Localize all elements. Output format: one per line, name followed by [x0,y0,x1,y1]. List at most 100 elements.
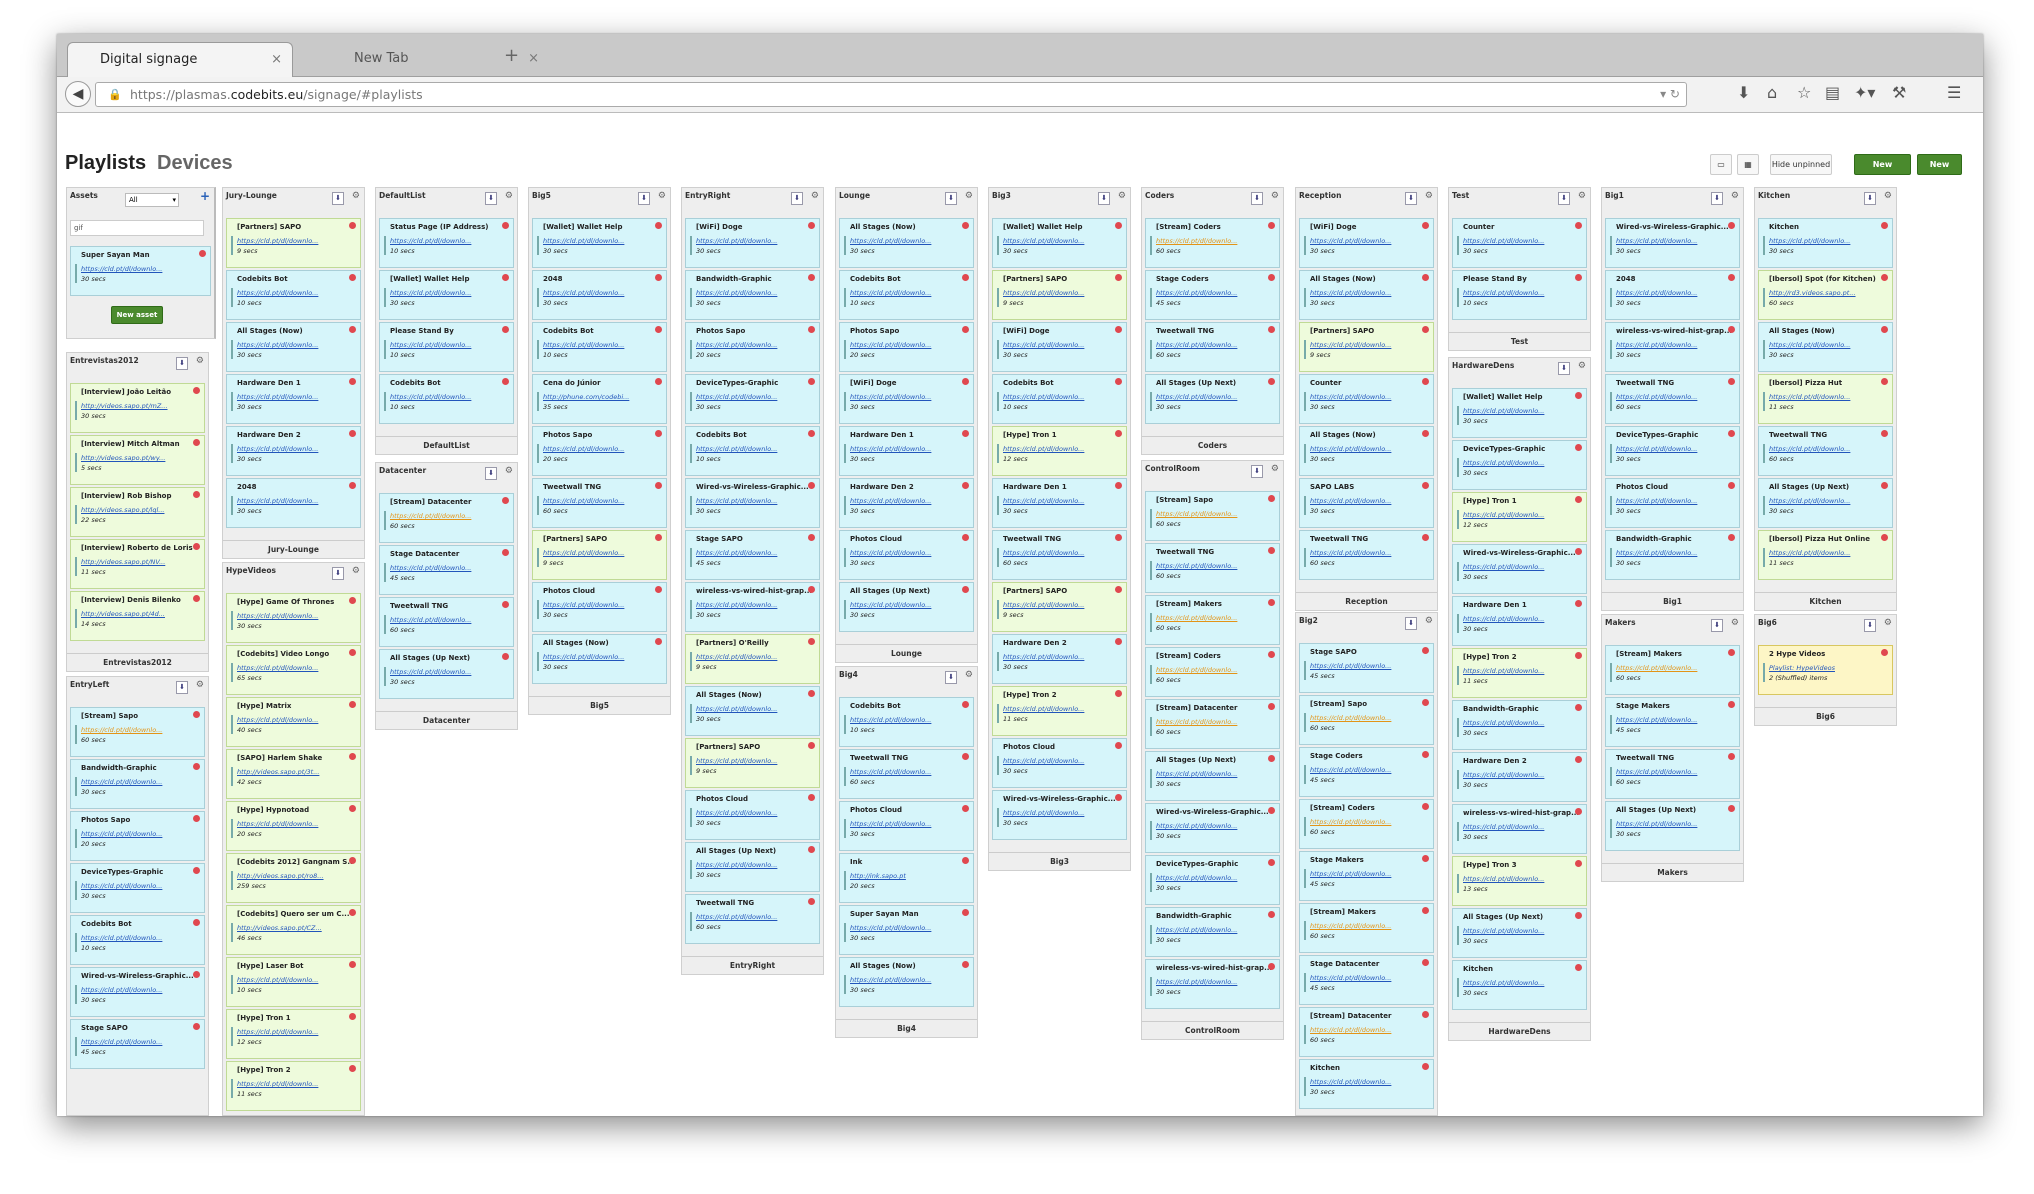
playlist-item[interactable]: Tweetwall TNG https://cld.pt/dl/downlo...… [1299,530,1434,580]
drag-handle-icon[interactable] [690,444,692,463]
delete-icon[interactable] [962,274,969,281]
drag-handle-icon[interactable] [844,923,846,942]
delete-icon[interactable] [349,857,356,864]
playlist-item[interactable]: Super Sayan Man https://cld.pt/dl/downlo.… [70,246,211,296]
item-url-link[interactable]: https://cld.pt/dl/downlo... [543,341,658,349]
playlist-item[interactable]: Stage Makers https://cld.pt/dl/downlo... 4… [1299,851,1434,901]
playlist-item[interactable]: Wired-vs-Wireless-Graphic... https://cld.… [1145,803,1280,853]
delete-icon[interactable] [655,586,662,593]
reload-icon[interactable]: ▾ ↻ [1660,83,1680,106]
item-url-link[interactable]: https://cld.pt/dl/downlo... [237,664,352,672]
drag-handle-icon[interactable] [1457,926,1459,945]
drag-handle-icon[interactable] [1150,509,1152,528]
delete-icon[interactable] [962,805,969,812]
playlist-item[interactable]: All Stages (Now) https://cld.pt/dl/downlo… [839,957,974,1007]
item-url-link[interactable]: https://cld.pt/dl/downlo... [237,976,352,984]
delete-icon[interactable] [1575,496,1582,503]
drag-handle-icon[interactable] [1610,715,1612,734]
delete-icon[interactable] [349,326,356,333]
drag-handle-icon[interactable] [1150,613,1152,632]
playlist-item[interactable]: Counter https://cld.pt/dl/downlo... 30 sec… [1452,218,1587,268]
drag-handle-icon[interactable] [384,511,386,530]
drag-handle-icon[interactable] [75,505,77,524]
pin-icon[interactable]: ⬇ [332,192,344,205]
item-url-link[interactable]: https://cld.pt/dl/downlo... [1310,549,1425,557]
playlist-item[interactable]: [Codebits] Video Longo https://cld.pt/dl/… [226,645,361,695]
delete-icon[interactable] [1268,495,1275,502]
item-url-link[interactable]: https://cld.pt/dl/downlo... [1310,922,1425,930]
drag-handle-icon[interactable] [231,715,233,734]
item-url-link[interactable]: https://cld.pt/dl/downlo... [1310,662,1425,670]
playlist-item[interactable]: All Stages (Up Next) https://cld.pt/dl/do… [1145,751,1280,801]
delete-icon[interactable] [1115,274,1122,281]
playlist-item[interactable]: [Partners] SAPO https://cld.pt/dl/downlo.… [1299,322,1434,372]
drag-handle-icon[interactable] [1610,392,1612,411]
gear-icon[interactable]: ⚙ [505,466,513,476]
drag-handle-icon[interactable] [231,767,233,786]
delete-icon[interactable] [1881,430,1888,437]
item-url-link[interactable]: https://cld.pt/dl/downlo... [1616,445,1731,453]
drag-handle-icon[interactable] [384,615,386,634]
playlist-item[interactable]: Tweetwall TNG https://cld.pt/dl/downlo...… [1605,749,1740,799]
item-url-link[interactable]: https://cld.pt/dl/downlo... [1463,511,1578,519]
drag-handle-icon[interactable] [1304,236,1306,255]
delete-icon[interactable] [1422,1011,1429,1018]
item-url-link[interactable]: https://cld.pt/dl/downlo... [390,289,505,297]
drag-handle-icon[interactable] [384,340,386,359]
item-url-link[interactable]: https://cld.pt/dl/downlo... [1463,563,1578,571]
item-url-link[interactable]: http://videos.sapo.pt/4d... [81,610,196,618]
tab-digital-signage[interactable]: Digital signage administration × [67,42,293,101]
playlist-item[interactable]: Cena do Júnior http://phune.com/codebi...… [532,374,667,424]
playlist-item[interactable]: [Hype] Tron 1 https://cld.pt/dl/downlo...… [1452,492,1587,542]
drag-handle-icon[interactable] [1457,562,1459,581]
drag-handle-icon[interactable] [537,600,539,619]
delete-icon[interactable] [808,222,815,229]
item-url-link[interactable]: http://videos.sapo.pt/wy... [81,454,196,462]
playlist-item[interactable]: Tweetwall TNG https://cld.pt/dl/downlo...… [1605,374,1740,424]
home-icon[interactable]: ⌂ [1767,83,1777,102]
extension-icon[interactable]: ✦▾ [1854,83,1875,102]
item-url-link[interactable]: https://cld.pt/dl/downlo... [1156,822,1271,830]
delete-icon[interactable] [1728,326,1735,333]
drag-handle-icon[interactable] [75,453,77,472]
list-view-icon[interactable]: ▭ [1710,154,1732,175]
playlist-item[interactable]: Photos Sapo https://cld.pt/dl/downlo... 20… [70,811,205,861]
item-url-link[interactable]: https://cld.pt/dl/downlo... [543,653,658,661]
delete-icon[interactable] [962,586,969,593]
playlist-item[interactable]: Codebits Bot https://cld.pt/dl/downlo... 1… [70,915,205,965]
drag-handle-icon[interactable] [384,563,386,582]
drag-handle-icon[interactable] [384,667,386,686]
drag-handle-icon[interactable] [75,777,77,796]
delete-icon[interactable] [349,805,356,812]
playlist-item[interactable]: DeviceTypes-Graphic https://cld.pt/dl/dow… [685,374,820,424]
playlist-item[interactable]: Codebits Bot https://cld.pt/dl/downlo... 1… [992,374,1127,424]
item-url-link[interactable]: https://cld.pt/dl/downlo... [1310,341,1425,349]
drag-handle-icon[interactable] [75,985,77,1004]
playlist-item[interactable]: wireless-vs-wired-hist-grap... https://cl… [685,582,820,632]
delete-icon[interactable] [808,274,815,281]
delete-icon[interactable] [1422,699,1429,706]
delete-icon[interactable] [1728,222,1735,229]
item-url-link[interactable]: https://cld.pt/dl/downlo... [850,393,965,401]
item-url-link[interactable]: https://cld.pt/dl/downlo... [1003,445,1118,453]
drag-handle-icon[interactable] [1457,666,1459,685]
delete-icon[interactable] [1268,859,1275,866]
item-url-link[interactable]: https://cld.pt/dl/downlo... [696,341,811,349]
drag-handle-icon[interactable] [1763,444,1765,463]
delete-icon[interactable] [1268,807,1275,814]
item-url-link[interactable]: http://videos.sapo.pt/CZ... [237,924,352,932]
gear-icon[interactable]: ⚙ [965,670,973,680]
item-url-link[interactable]: https://cld.pt/dl/downlo... [543,289,658,297]
drag-handle-icon[interactable] [997,340,999,359]
delete-icon[interactable] [1881,326,1888,333]
back-arrow-icon[interactable]: ◀ [65,81,91,107]
delete-icon[interactable] [962,378,969,385]
delete-icon[interactable] [1422,222,1429,229]
gear-icon[interactable]: ⚙ [1271,191,1279,201]
playlist-item[interactable]: Stage Makers https://cld.pt/dl/downlo... 4… [1605,697,1740,747]
playlist-item[interactable]: Stage Coders https://cld.pt/dl/downlo... 4… [1145,270,1280,320]
delete-icon[interactable] [193,491,200,498]
drag-handle-icon[interactable] [997,444,999,463]
drag-handle-icon[interactable] [997,548,999,567]
pin-icon[interactable]: ⬇ [176,681,188,694]
